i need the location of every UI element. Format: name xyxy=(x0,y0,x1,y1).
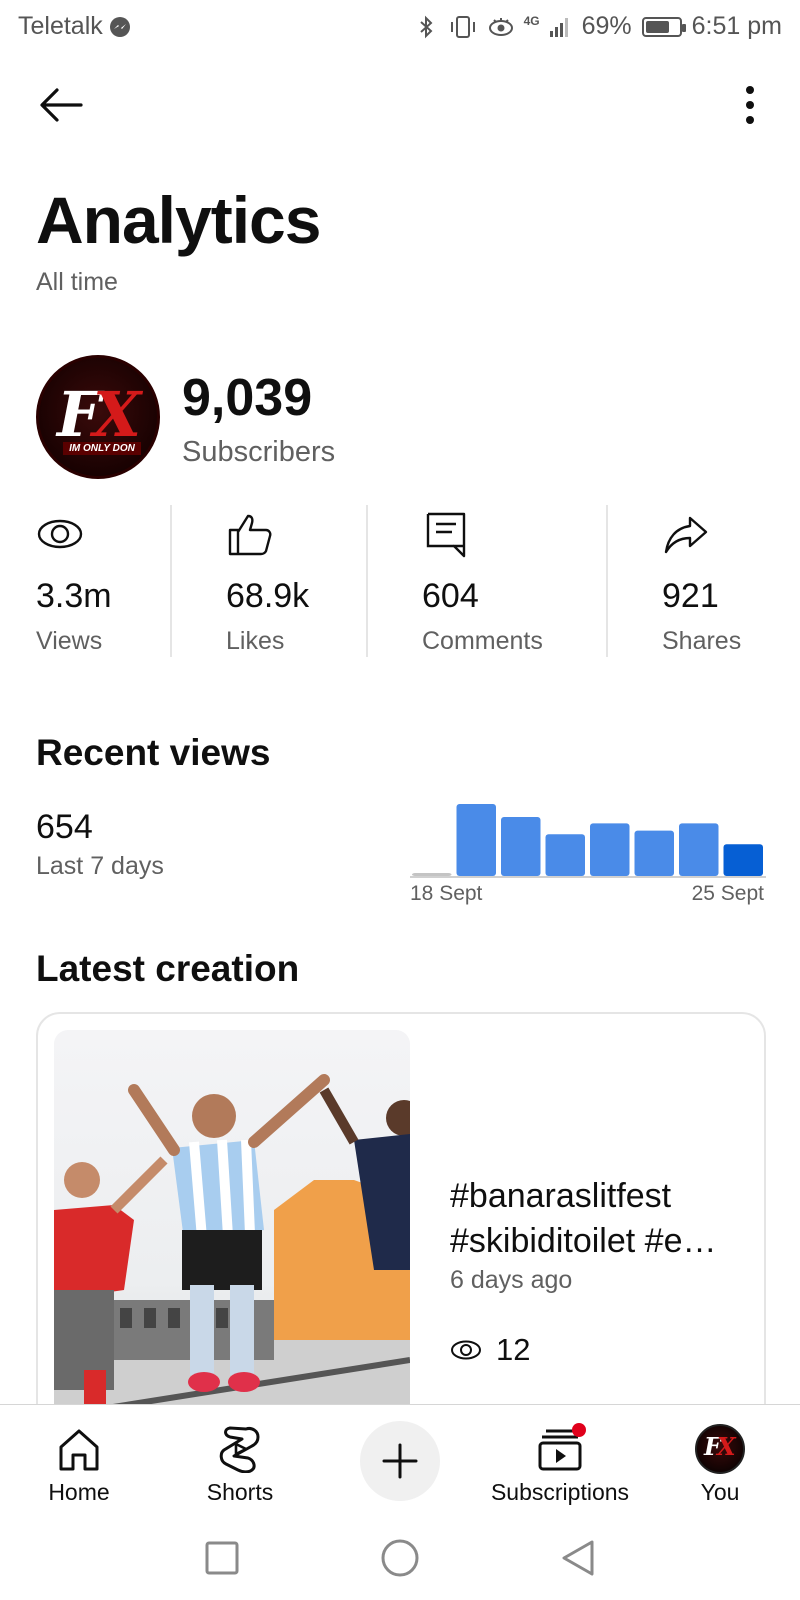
latest-video-card[interactable]: #banaraslitfest #skibiditoilet #e… 6 day… xyxy=(36,1012,766,1452)
arrow-left-icon xyxy=(40,88,83,122)
video-thumbnail[interactable] xyxy=(54,1030,410,1450)
vibrate-icon xyxy=(450,15,475,38)
video-view-count: 12 xyxy=(496,1332,531,1367)
video-views: 12 xyxy=(450,1332,530,1368)
status-bar: Teletalk 4G 69% 6:51 pm xyxy=(0,0,800,54)
likes-value: 68.9k xyxy=(226,577,310,615)
stat-divider xyxy=(366,505,368,657)
stat-divider xyxy=(606,505,608,657)
date-range[interactable]: All time xyxy=(36,268,118,297)
network-type: 4G xyxy=(523,13,540,28)
chart-bar xyxy=(501,817,541,876)
eye-icon xyxy=(451,1340,481,1360)
plus-icon xyxy=(382,1443,418,1479)
chart-bar xyxy=(412,873,452,876)
chart-start-label: 18 Sept xyxy=(410,882,483,905)
chart-bar xyxy=(634,830,674,876)
signal-icon xyxy=(549,17,568,37)
more-options-button[interactable] xyxy=(730,80,770,130)
thumbs-up-icon xyxy=(228,514,272,556)
shares-value: 921 xyxy=(662,577,719,615)
create-button[interactable] xyxy=(360,1421,440,1501)
recent-views-value: 654 xyxy=(36,808,93,846)
bluetooth-icon xyxy=(419,15,433,38)
subscriber-count: 9,039 xyxy=(182,369,313,427)
square-icon xyxy=(205,1541,239,1575)
recents-button[interactable] xyxy=(200,1536,244,1580)
more-vert-icon xyxy=(746,86,754,124)
home-icon xyxy=(59,1429,99,1471)
recent-views-title: Recent views xyxy=(36,732,271,773)
nav-home-label: Home xyxy=(48,1479,110,1505)
video-title: #banaraslitfest #skibiditoilet #e… xyxy=(450,1177,717,1260)
chart-bar xyxy=(545,834,585,876)
video-time: 6 days ago xyxy=(450,1266,573,1294)
battery-percent: 69% xyxy=(581,12,632,40)
shorts-icon xyxy=(219,1426,260,1473)
chart-bar xyxy=(679,823,719,876)
nav-you-label: You xyxy=(700,1479,740,1505)
stat-divider xyxy=(170,505,172,657)
views-label: Views xyxy=(36,627,103,655)
notification-dot xyxy=(572,1423,586,1437)
circle-icon xyxy=(381,1539,419,1577)
channel-avatar: FX IM ONLY DON xyxy=(36,355,160,479)
eye-icon xyxy=(37,519,83,549)
system-navigation xyxy=(0,1514,800,1600)
views-value: 3.3m xyxy=(36,577,112,615)
messenger-icon xyxy=(109,16,130,37)
chart-bar xyxy=(723,844,763,876)
comments-label: Comments xyxy=(422,627,543,655)
nav-subscriptions[interactable]: Subscriptions xyxy=(490,1417,630,1507)
thumbnail-image xyxy=(54,1074,410,1450)
avatar: FX xyxy=(695,1424,745,1474)
chart-bar xyxy=(456,804,496,876)
nav-you[interactable]: FX You xyxy=(655,1417,785,1507)
chart-bar xyxy=(590,823,630,876)
shares-label: Shares xyxy=(662,627,742,655)
eye-comfort-icon xyxy=(488,17,513,36)
latest-creation-title: Latest creation xyxy=(36,948,300,989)
page-title: Analytics xyxy=(36,183,321,257)
clock: 6:51 pm xyxy=(691,12,782,40)
recent-views-chart[interactable] xyxy=(410,790,766,880)
stats-row: 3.3m Views 68.9k Likes 604 Comments 921 … xyxy=(0,505,800,657)
home-system-button[interactable] xyxy=(378,1536,422,1580)
triangle-back-icon xyxy=(562,1540,594,1576)
bottom-navigation: Home Shorts Subscriptions FX You xyxy=(0,1404,800,1514)
nav-subscriptions-label: Subscriptions xyxy=(490,1479,630,1505)
carrier-info: Teletalk xyxy=(18,12,131,41)
carrier-name: Teletalk xyxy=(18,12,103,40)
likes-label: Likes xyxy=(226,627,285,655)
subscriber-label: Subscribers xyxy=(182,436,336,468)
back-button[interactable] xyxy=(36,80,86,130)
battery-icon xyxy=(641,16,686,37)
comment-icon xyxy=(426,512,466,558)
chart-end-label: 25 Sept xyxy=(691,882,764,905)
back-system-button[interactable] xyxy=(556,1536,600,1580)
nav-home[interactable]: Home xyxy=(14,1417,144,1507)
comments-value: 604 xyxy=(422,577,479,615)
recent-views-period: Last 7 days xyxy=(36,852,164,880)
share-icon xyxy=(664,516,708,554)
nav-shorts-label: Shorts xyxy=(206,1479,274,1505)
avatar-tagline: IM ONLY DON xyxy=(63,442,141,455)
nav-shorts[interactable]: Shorts xyxy=(175,1417,305,1507)
status-icons: 4G 69% 6:51 pm xyxy=(414,12,782,41)
